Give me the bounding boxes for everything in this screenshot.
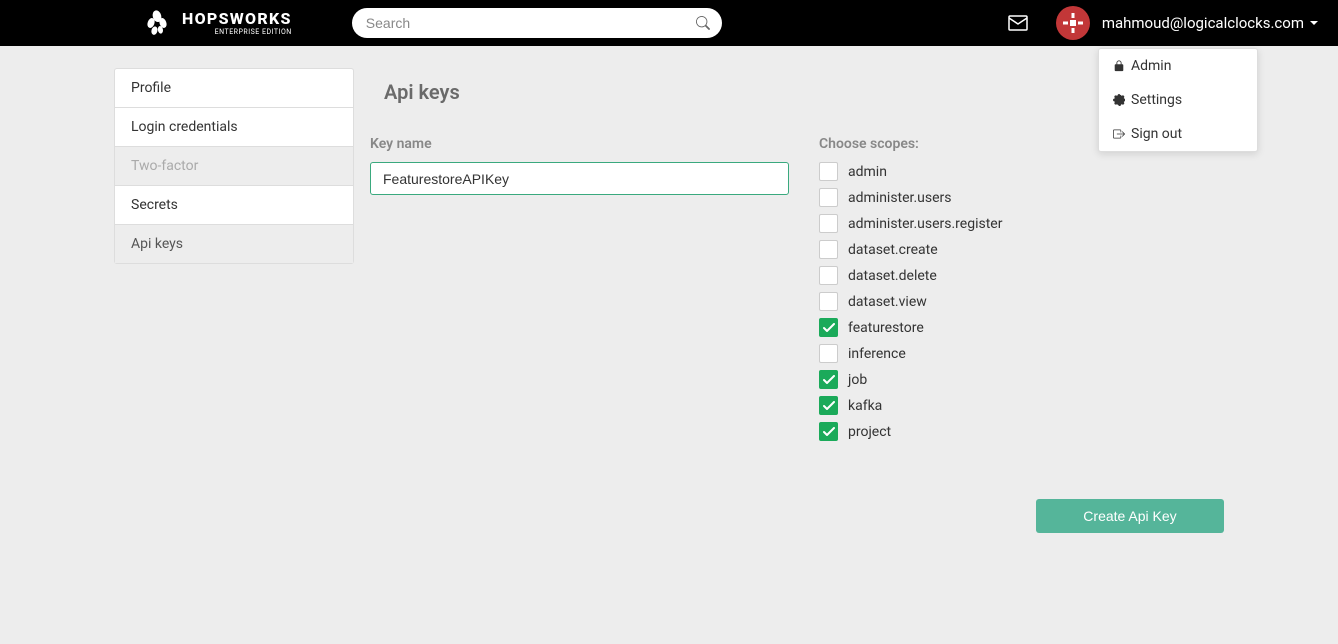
scope-item-job[interactable]: job — [819, 370, 1224, 389]
search-input[interactable] — [352, 8, 722, 38]
search-wrap — [352, 8, 722, 38]
sidebar-item-profile[interactable]: Profile — [115, 69, 353, 108]
dropdown-item-label: Admin — [1131, 58, 1171, 74]
user-dropdown: Admin Settings Sign out — [1098, 48, 1258, 152]
avatar — [1056, 6, 1090, 40]
scope-item-inference[interactable]: inference — [819, 344, 1224, 363]
scope-label: project — [848, 424, 891, 440]
scope-checkbox[interactable] — [819, 396, 838, 415]
dropdown-item-signout[interactable]: Sign out — [1099, 117, 1257, 151]
scope-item-dataset-delete[interactable]: dataset.delete — [819, 266, 1224, 285]
hopsworks-logo-icon — [140, 6, 174, 40]
logo-text-main: HOPSWORKS — [182, 11, 292, 27]
search-icon — [696, 16, 710, 30]
scope-label: administer.users.register — [848, 216, 1002, 232]
sidebar-item-label: Profile — [131, 80, 171, 96]
scope-checkbox[interactable] — [819, 344, 838, 363]
scope-label: featurestore — [848, 320, 924, 336]
scope-checkbox[interactable] — [819, 266, 838, 285]
scope-label: dataset.delete — [848, 268, 937, 284]
check-icon — [823, 427, 835, 437]
sidebar-item-label: Secrets — [131, 197, 178, 213]
scope-item-dataset-view[interactable]: dataset.view — [819, 292, 1224, 311]
logo-text-sub: ENTERPRISE EDITION — [182, 29, 292, 36]
scope-item-project[interactable]: project — [819, 422, 1224, 441]
scope-label: dataset.create — [848, 242, 938, 258]
scope-checkbox[interactable] — [819, 422, 838, 441]
dropdown-item-label: Sign out — [1131, 126, 1182, 142]
user-email: mahmoud@logicalclocks.com — [1102, 14, 1304, 32]
scope-item-featurestore[interactable]: featurestore — [819, 318, 1224, 337]
sidebar-item-api-keys[interactable]: Api keys — [115, 225, 353, 263]
sidebar-item-login-credentials[interactable]: Login credentials — [115, 108, 353, 147]
scope-list: admin administer.users administer.users.re… — [819, 162, 1224, 441]
sidebar: Profile Login credentials Two-factor Sec… — [114, 68, 354, 264]
scope-item-administer-users[interactable]: administer.users — [819, 188, 1224, 207]
scope-label: dataset.view — [848, 294, 927, 310]
search-button[interactable] — [696, 16, 710, 30]
sidebar-item-two-factor: Two-factor — [115, 147, 353, 186]
scope-checkbox[interactable] — [819, 240, 838, 259]
scope-item-kafka[interactable]: kafka — [819, 396, 1224, 415]
check-icon — [823, 323, 835, 333]
signout-icon — [1113, 128, 1125, 140]
gear-icon — [1113, 94, 1125, 106]
scope-item-admin[interactable]: admin — [819, 162, 1224, 181]
mail-button[interactable] — [1008, 15, 1028, 31]
key-name-label: Key name — [370, 136, 789, 152]
scope-checkbox[interactable] — [819, 292, 838, 311]
check-icon — [823, 375, 835, 385]
scope-checkbox[interactable] — [819, 214, 838, 233]
create-api-key-button[interactable]: Create Api Key — [1036, 499, 1224, 533]
scope-item-dataset-create[interactable]: dataset.create — [819, 240, 1224, 259]
lock-icon — [1113, 60, 1125, 72]
sidebar-item-label: Two-factor — [131, 158, 198, 174]
user-menu-trigger[interactable]: mahmoud@logicalclocks.com — [1056, 6, 1318, 40]
logo[interactable]: HOPSWORKS ENTERPRISE EDITION — [140, 6, 292, 40]
scope-checkbox[interactable] — [819, 370, 838, 389]
scope-item-administer-users-register[interactable]: administer.users.register — [819, 214, 1224, 233]
dropdown-item-admin[interactable]: Admin — [1099, 49, 1257, 83]
scope-label: job — [848, 372, 867, 388]
scope-label: administer.users — [848, 190, 952, 206]
scope-checkbox[interactable] — [819, 318, 838, 337]
scope-checkbox[interactable] — [819, 162, 838, 181]
caret-down-icon — [1310, 21, 1318, 25]
scope-label: admin — [848, 164, 887, 180]
dropdown-item-settings[interactable]: Settings — [1099, 83, 1257, 117]
scope-label: kafka — [848, 398, 882, 414]
sidebar-item-label: Login credentials — [131, 119, 238, 135]
key-name-input[interactable] — [370, 162, 789, 195]
check-icon — [823, 401, 835, 411]
scope-label: inference — [848, 346, 906, 362]
sidebar-item-label: Api keys — [131, 236, 183, 252]
main-content: Api keys Key name Choose scopes: adminad… — [370, 68, 1224, 533]
scope-checkbox[interactable] — [819, 188, 838, 207]
envelope-icon — [1008, 15, 1028, 31]
dropdown-item-label: Settings — [1131, 92, 1182, 108]
header-bar: HOPSWORKS ENTERPRISE EDITION — [0, 0, 1338, 46]
sidebar-item-secrets[interactable]: Secrets — [115, 186, 353, 225]
